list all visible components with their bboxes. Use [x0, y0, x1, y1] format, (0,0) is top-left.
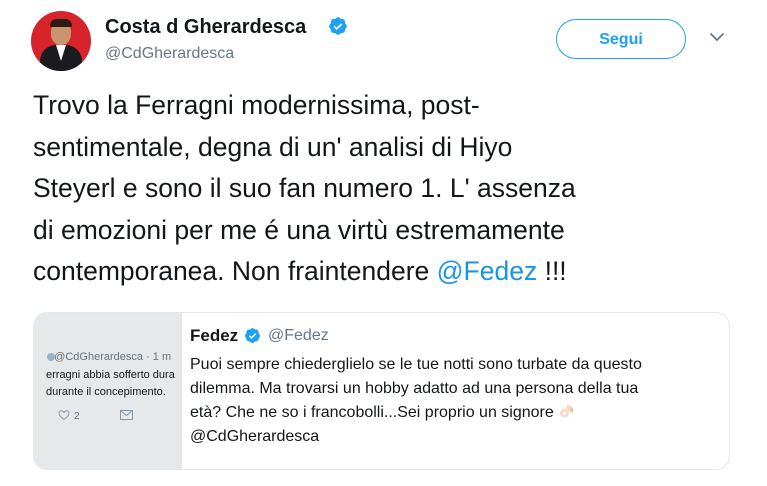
heart-icon — [58, 410, 70, 421]
mention-link[interactable]: @Fedez — [437, 256, 538, 286]
tweet-line: Steyerl e sono il suo fan numero 1. L' a… — [33, 173, 576, 203]
quoted-line-emoji: età? Che ne so i francobolli...Sei propr… — [190, 401, 710, 425]
chevron-down-icon[interactable] — [708, 30, 726, 44]
tweet-line: di emozioni per me é una virtù estremame… — [33, 214, 565, 245]
thumbnail-line: durante il concepimento. — [46, 386, 166, 398]
author-handle[interactable]: @CdGherardesca — [105, 45, 234, 63]
verified-badge-icon — [245, 328, 260, 343]
quoted-author-name[interactable]: Fedez — [190, 326, 238, 346]
tweet-text: Trovo la Ferragni modernissima, post- se… — [33, 85, 753, 293]
thumbnail-line: erragni abbia sofferto dura — [46, 369, 175, 381]
mail-icon — [120, 410, 133, 420]
author-name[interactable]: Costa d Gherardesca — [105, 16, 306, 39]
thumbnail-header: @CdGherardesca · 1 m — [54, 351, 172, 363]
author-avatar[interactable] — [31, 11, 91, 71]
tweet-suffix: !!! — [537, 256, 567, 286]
verified-badge-icon — [329, 17, 347, 35]
tweet-line: sentimentale, degna di un' analisi di Hi… — [33, 131, 513, 162]
quoted-line: età? Che ne so i francobolli...Sei propr… — [190, 404, 554, 421]
quoted-tweet-thumbnail[interactable]: @CdGherardesca · 1 m erragni abbia soffe… — [34, 313, 182, 469]
quoted-line: dilemma. Ma trovarsi un hobby adatto ad … — [190, 380, 639, 397]
ok-hand-emoji-icon — [559, 404, 573, 418]
quoted-line: Puoi sempre chiederglielo se le tue nott… — [190, 356, 642, 373]
quoted-tweet-text: Puoi sempre chiederglielo se le tue nott… — [190, 353, 710, 449]
quoted-author-handle[interactable]: @Fedez — [268, 327, 329, 345]
tweet-line: Trovo la Ferragni modernissima, post- — [33, 90, 480, 120]
avatar-hair — [50, 19, 72, 27]
quoted-line-mention[interactable]: @CdGherardesca — [190, 425, 710, 449]
tweet-line-text: contemporanea. Non fraintendere — [33, 256, 437, 286]
tweet-line-last: contemporanea. Non fraintendere @Fedez !… — [33, 251, 753, 293]
follow-button[interactable]: Segui — [556, 19, 686, 59]
thumbnail-like-count: 2 — [74, 411, 80, 422]
